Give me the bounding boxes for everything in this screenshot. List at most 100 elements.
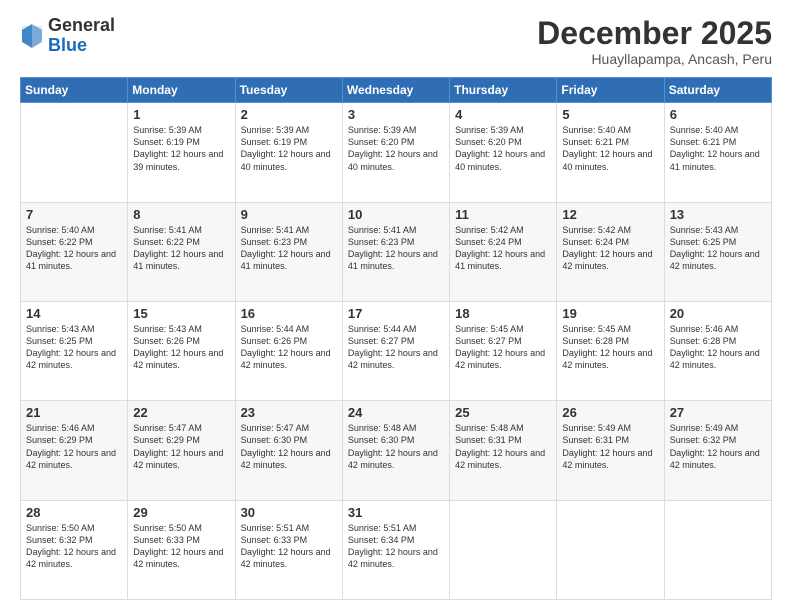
- calendar-cell: 9 Sunrise: 5:41 AMSunset: 6:23 PMDaylight…: [235, 202, 342, 301]
- day-number: 12: [562, 207, 658, 222]
- day-number: 25: [455, 405, 551, 420]
- day-number: 5: [562, 107, 658, 122]
- calendar-cell: 6 Sunrise: 5:40 AMSunset: 6:21 PMDaylight…: [664, 103, 771, 202]
- cell-text: Sunrise: 5:39 AMSunset: 6:19 PMDaylight:…: [133, 124, 229, 173]
- cell-text: Sunrise: 5:47 AMSunset: 6:29 PMDaylight:…: [133, 422, 229, 471]
- calendar-cell: 30 Sunrise: 5:51 AMSunset: 6:33 PMDayligh…: [235, 500, 342, 599]
- calendar-cell: 20Sunrise: 5:46 AMSunset: 6:28 PMDayligh…: [664, 301, 771, 400]
- logo-icon: [20, 22, 44, 50]
- cell-text: Sunrise: 5:43 AMSunset: 6:25 PMDaylight:…: [670, 224, 766, 273]
- day-number: 4: [455, 107, 551, 122]
- calendar-cell: 23 Sunrise: 5:47 AMSunset: 6:30 PMDayligh…: [235, 401, 342, 500]
- calendar-cell: 26Sunrise: 5:49 AMSunset: 6:31 PMDayligh…: [557, 401, 664, 500]
- calendar-header-row: SundayMondayTuesdayWednesdayThursdayFrid…: [21, 78, 772, 103]
- cell-text: Sunrise: 5:50 AMSunset: 6:32 PMDaylight:…: [26, 522, 122, 571]
- cell-text: Sunrise: 5:40 AMSunset: 6:21 PMDaylight:…: [670, 124, 766, 173]
- day-number: 6: [670, 107, 766, 122]
- calendar-cell: 12 Sunrise: 5:42 AMSunset: 6:24 PMDayligh…: [557, 202, 664, 301]
- calendar-cell: 25 Sunrise: 5:48 AMSunset: 6:31 PMDayligh…: [450, 401, 557, 500]
- calendar-week-2: 7 Sunrise: 5:40 AMSunset: 6:22 PMDaylight…: [21, 202, 772, 301]
- day-number: 8: [133, 207, 229, 222]
- cell-text: Sunrise: 5:45 AMSunset: 6:28 PMDaylight:…: [562, 323, 658, 372]
- calendar-cell: 14 Sunrise: 5:43 AMSunset: 6:25 PMDayligh…: [21, 301, 128, 400]
- day-number: 23: [241, 405, 337, 420]
- day-number: 21: [26, 405, 122, 420]
- cell-text: Sunrise: 5:39 AMSunset: 6:20 PMDaylight:…: [348, 124, 444, 173]
- day-number: 27: [670, 405, 766, 420]
- cell-text: Sunrise: 5:41 AMSunset: 6:22 PMDaylight:…: [133, 224, 229, 273]
- day-number: 1: [133, 107, 229, 122]
- calendar-cell: 27Sunrise: 5:49 AMSunset: 6:32 PMDayligh…: [664, 401, 771, 500]
- logo-general: General: [48, 15, 115, 35]
- cell-text: Sunrise: 5:44 AMSunset: 6:27 PMDaylight:…: [348, 323, 444, 372]
- day-number: 28: [26, 505, 122, 520]
- calendar-header-friday: Friday: [557, 78, 664, 103]
- cell-text: Sunrise: 5:48 AMSunset: 6:31 PMDaylight:…: [455, 422, 551, 471]
- cell-text: Sunrise: 5:50 AMSunset: 6:33 PMDaylight:…: [133, 522, 229, 571]
- logo-text: General Blue: [48, 16, 115, 56]
- logo-blue: Blue: [48, 35, 87, 55]
- cell-text: Sunrise: 5:42 AMSunset: 6:24 PMDaylight:…: [562, 224, 658, 273]
- calendar-cell: 13Sunrise: 5:43 AMSunset: 6:25 PMDayligh…: [664, 202, 771, 301]
- day-number: 24: [348, 405, 444, 420]
- calendar-cell: 5Sunrise: 5:40 AMSunset: 6:21 PMDaylight…: [557, 103, 664, 202]
- cell-text: Sunrise: 5:44 AMSunset: 6:26 PMDaylight:…: [241, 323, 337, 372]
- calendar-header-saturday: Saturday: [664, 78, 771, 103]
- cell-text: Sunrise: 5:40 AMSunset: 6:22 PMDaylight:…: [26, 224, 122, 273]
- calendar-cell: 8 Sunrise: 5:41 AMSunset: 6:22 PMDaylight…: [128, 202, 235, 301]
- cell-text: Sunrise: 5:43 AMSunset: 6:25 PMDaylight:…: [26, 323, 122, 372]
- day-number: 18: [455, 306, 551, 321]
- cell-text: Sunrise: 5:46 AMSunset: 6:28 PMDaylight:…: [670, 323, 766, 372]
- title-block: December 2025 Huayllapampa, Ancash, Peru: [537, 16, 772, 67]
- calendar-cell: 17 Sunrise: 5:44 AMSunset: 6:27 PMDayligh…: [342, 301, 449, 400]
- day-number: 10: [348, 207, 444, 222]
- cell-text: Sunrise: 5:41 AMSunset: 6:23 PMDaylight:…: [348, 224, 444, 273]
- calendar-cell: 7 Sunrise: 5:40 AMSunset: 6:22 PMDaylight…: [21, 202, 128, 301]
- cell-text: Sunrise: 5:43 AMSunset: 6:26 PMDaylight:…: [133, 323, 229, 372]
- day-number: 3: [348, 107, 444, 122]
- day-number: 30: [241, 505, 337, 520]
- calendar-cell: [664, 500, 771, 599]
- calendar-cell: 31Sunrise: 5:51 AMSunset: 6:34 PMDayligh…: [342, 500, 449, 599]
- day-number: 16: [241, 306, 337, 321]
- calendar-cell: [557, 500, 664, 599]
- cell-text: Sunrise: 5:48 AMSunset: 6:30 PMDaylight:…: [348, 422, 444, 471]
- calendar-header-tuesday: Tuesday: [235, 78, 342, 103]
- calendar-cell: 2Sunrise: 5:39 AMSunset: 6:19 PMDaylight…: [235, 103, 342, 202]
- calendar-header-wednesday: Wednesday: [342, 78, 449, 103]
- day-number: 19: [562, 306, 658, 321]
- day-number: 22: [133, 405, 229, 420]
- day-number: 7: [26, 207, 122, 222]
- calendar-cell: 21Sunrise: 5:46 AMSunset: 6:29 PMDayligh…: [21, 401, 128, 500]
- location: Huayllapampa, Ancash, Peru: [537, 51, 772, 67]
- calendar-cell: 18Sunrise: 5:45 AMSunset: 6:27 PMDayligh…: [450, 301, 557, 400]
- calendar-cell: 22 Sunrise: 5:47 AMSunset: 6:29 PMDayligh…: [128, 401, 235, 500]
- cell-text: Sunrise: 5:51 AMSunset: 6:34 PMDaylight:…: [348, 522, 444, 571]
- cell-text: Sunrise: 5:41 AMSunset: 6:23 PMDaylight:…: [241, 224, 337, 273]
- cell-text: Sunrise: 5:49 AMSunset: 6:31 PMDaylight:…: [562, 422, 658, 471]
- calendar-header-thursday: Thursday: [450, 78, 557, 103]
- calendar-cell: 1 Sunrise: 5:39 AMSunset: 6:19 PMDaylight…: [128, 103, 235, 202]
- month-title: December 2025: [537, 16, 772, 51]
- day-number: 15: [133, 306, 229, 321]
- calendar-header-monday: Monday: [128, 78, 235, 103]
- calendar-cell: [21, 103, 128, 202]
- calendar-cell: 4 Sunrise: 5:39 AMSunset: 6:20 PMDaylight…: [450, 103, 557, 202]
- calendar-table: SundayMondayTuesdayWednesdayThursdayFrid…: [20, 77, 772, 600]
- calendar-cell: 24 Sunrise: 5:48 AMSunset: 6:30 PMDayligh…: [342, 401, 449, 500]
- cell-text: Sunrise: 5:42 AMSunset: 6:24 PMDaylight:…: [455, 224, 551, 273]
- day-number: 9: [241, 207, 337, 222]
- page: General Blue December 2025 Huayllapampa,…: [0, 0, 792, 612]
- day-number: 11: [455, 207, 551, 222]
- day-number: 29: [133, 505, 229, 520]
- calendar-week-3: 14 Sunrise: 5:43 AMSunset: 6:25 PMDayligh…: [21, 301, 772, 400]
- cell-text: Sunrise: 5:51 AMSunset: 6:33 PMDaylight:…: [241, 522, 337, 571]
- calendar-cell: 11 Sunrise: 5:42 AMSunset: 6:24 PMDayligh…: [450, 202, 557, 301]
- cell-text: Sunrise: 5:47 AMSunset: 6:30 PMDaylight:…: [241, 422, 337, 471]
- day-number: 17: [348, 306, 444, 321]
- header: General Blue December 2025 Huayllapampa,…: [20, 16, 772, 67]
- logo: General Blue: [20, 16, 115, 56]
- cell-text: Sunrise: 5:39 AMSunset: 6:20 PMDaylight:…: [455, 124, 551, 173]
- calendar-cell: 29 Sunrise: 5:50 AMSunset: 6:33 PMDayligh…: [128, 500, 235, 599]
- day-number: 14: [26, 306, 122, 321]
